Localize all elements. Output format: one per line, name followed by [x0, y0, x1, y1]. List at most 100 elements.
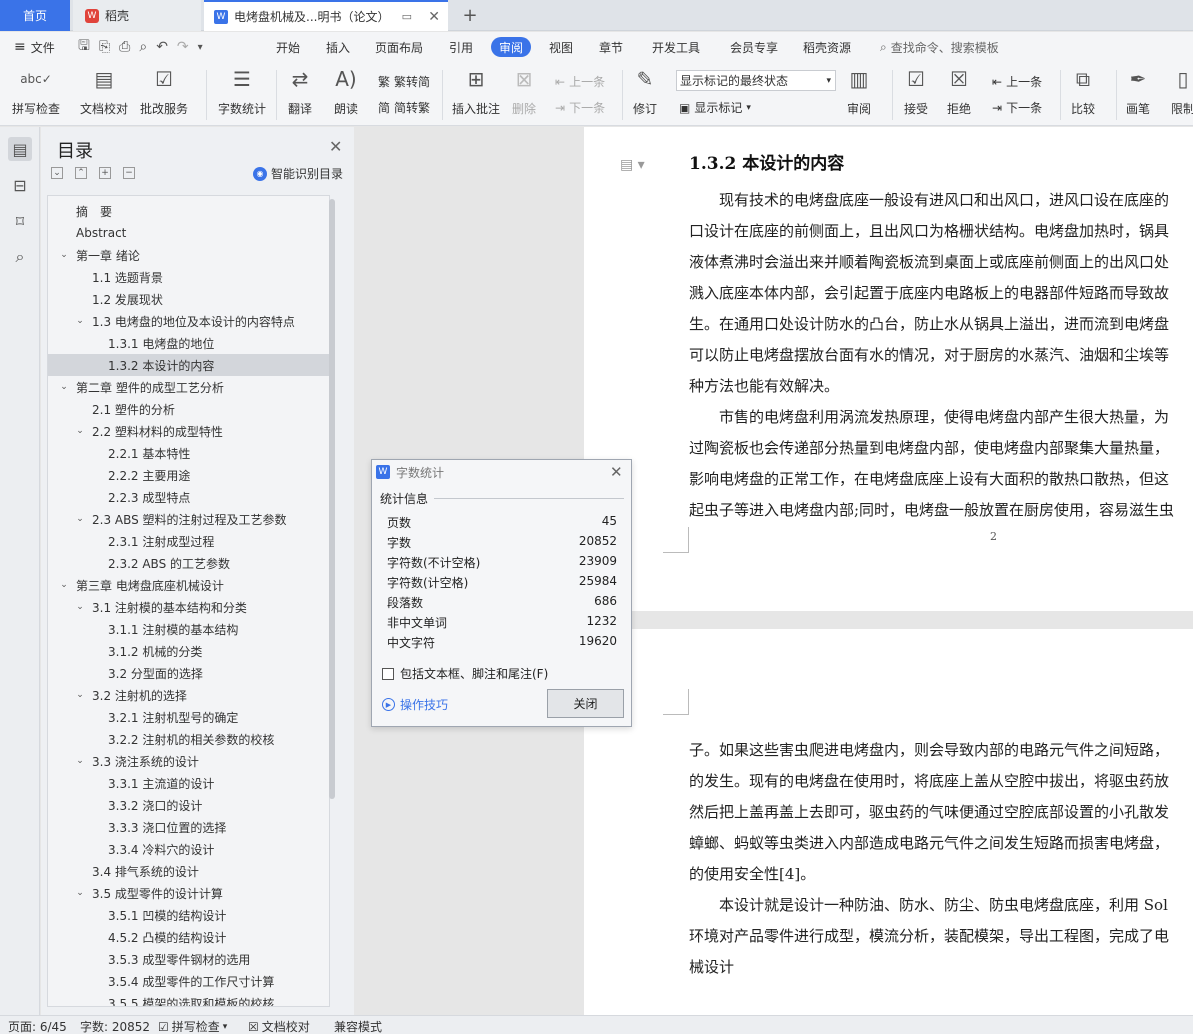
status-proofread[interactable]: ☒ 文档校对 — [248, 1018, 310, 1034]
outline-item[interactable]: 2.2.3 成型特点 — [48, 486, 329, 508]
chapter-nav-icon[interactable]: ⊟ — [8, 173, 32, 197]
track-changes-button[interactable]: ✎ 修订 — [632, 66, 658, 117]
outline-item[interactable]: ⌄ 2.2 塑料材料的成型特性 — [48, 420, 329, 442]
tab-close-icon[interactable]: ✕ — [428, 9, 440, 25]
expand-chevron-icon[interactable]: ⌄ — [58, 580, 70, 590]
insert-comment-button[interactable]: ⊞ 插入批注 — [452, 66, 500, 117]
paragraph-line[interactable]: 起虫子等进入电烤盘内部;同时，电烤盘一般放置在厨房使用，容易滋生虫 — [689, 495, 1174, 526]
outline-item[interactable]: ⌄ 3.2 注射机的选择 — [48, 684, 329, 706]
tips-link[interactable]: ▶ 操作技巧 — [382, 696, 448, 713]
outline-item[interactable]: 2.3.1 注射成型过程 — [48, 530, 329, 552]
page-indicator[interactable]: 页面: 6/45 — [8, 1018, 67, 1034]
menu-chapter[interactable]: 章节 — [599, 32, 623, 62]
outline-item[interactable]: 3.5.1 凹模的结构设计 — [48, 904, 329, 926]
outline-item[interactable]: ⌄ 3.5 成型零件的设计计算 — [48, 882, 329, 904]
menu-daoke-resource[interactable]: 稻壳资源 — [803, 32, 851, 62]
menu-start[interactable]: 开始 — [276, 32, 300, 62]
simp-to-trad-button[interactable]: 简简转繁 — [378, 99, 430, 116]
outline-item[interactable]: 3.1.2 机械的分类 — [48, 640, 329, 662]
paragraph-menu-icon[interactable]: ▤ ▾ — [620, 157, 645, 173]
expand-up-icon[interactable]: ⌃ — [75, 167, 87, 179]
tab-home[interactable]: 首页 — [0, 0, 70, 31]
review-pane-button[interactable]: ▥ 审阅 — [846, 66, 872, 117]
menu-review[interactable]: 审阅 — [491, 37, 532, 57]
more-icon[interactable]: ▾ — [198, 42, 203, 53]
menu-developer[interactable]: 开发工具 — [652, 32, 700, 62]
paragraph-line[interactable]: 本设计就是设计一种防油、防水、防尘、防虫电烤盘底座，利用 Sol — [689, 890, 1168, 921]
paragraph-line[interactable]: 的使用安全性[4]。 — [689, 859, 815, 890]
outline-item[interactable]: ⌄ 3.1 注射模的基本结构和分类 — [48, 596, 329, 618]
next-change-button[interactable]: ⇥ 下一条 — [992, 99, 1042, 116]
status-spell-check[interactable]: ☑ 拼写检查 ▾ — [158, 1018, 227, 1034]
export-icon[interactable]: ⎘ — [99, 39, 110, 55]
remove-heading-icon[interactable]: − — [123, 167, 135, 179]
restrict-button[interactable]: ▯ 限制 — [1170, 66, 1193, 117]
paragraph-line[interactable]: 现有技术的电烤盘底座一般设有进风口和出风口，进风口设在底座的 — [689, 185, 1169, 216]
outline-item[interactable]: ⌄ 第三章 电烤盘底座机械设计 — [48, 574, 329, 596]
outline-item[interactable]: ⌄ 1.3 电烤盘的地位及本设计的内容特点 — [48, 310, 329, 332]
outline-item[interactable]: 3.5.4 成型零件的工作尺寸计算 — [48, 970, 329, 992]
expand-chevron-icon[interactable]: ⌄ — [74, 602, 86, 612]
outline-item[interactable]: 1.2 发展现状 — [48, 288, 329, 310]
paragraph-line[interactable]: 环境对产品零件进行成型，模流分析，装配模架，导出工程图，完成了电 — [689, 921, 1169, 952]
include-textbox-checkbox[interactable]: 包括文本框、脚注和尾注(F) — [382, 665, 548, 682]
outline-icon[interactable]: ▤ — [8, 137, 32, 161]
outline-item[interactable]: 3.2.2 注射机的相关参数的校核 — [48, 728, 329, 750]
smart-toc-button[interactable]: ◉ 智能识别目录 — [253, 165, 343, 182]
proofread-button[interactable]: ▤ 文档校对 — [80, 66, 128, 117]
menu-view[interactable]: 视图 — [549, 32, 573, 62]
outline-item[interactable]: 2.3.2 ABS 的工艺参数 — [48, 552, 329, 574]
menu-insert[interactable]: 插入 — [326, 32, 350, 62]
menu-reference[interactable]: 引用 — [449, 32, 473, 62]
search-icon[interactable]: ⌕ — [8, 245, 32, 269]
dialog-close-icon[interactable]: ✕ — [610, 463, 623, 481]
redo-icon[interactable]: ↷ — [177, 39, 189, 55]
paragraph-line[interactable]: 液体煮沸时会溢出来并顺着陶瓷板流到桌面上或底座前侧面上的出风口处 — [689, 247, 1169, 278]
paragraph-line[interactable]: 生。在通用口处设计防水的凸台，防止水从锅具上溢出，进而流到电烤盘 — [689, 309, 1169, 340]
outline-close-icon[interactable]: ✕ — [329, 137, 342, 156]
close-button[interactable]: 关闭 — [547, 689, 624, 718]
paragraph-line[interactable]: 蟑螂、蚂蚁等虫类进入内部造成电路元气件之间发生短路而损害电烤盘， — [689, 828, 1169, 859]
paragraph-line[interactable]: 市售的电烤盘利用涡流发热原理，使得电烤盘内部产生很大热量，为 — [689, 402, 1169, 433]
reject-button[interactable]: ☒ 拒绝 — [946, 66, 972, 117]
expand-chevron-icon[interactable]: ⌄ — [58, 382, 70, 392]
outline-item[interactable]: Abstract — [48, 222, 329, 244]
new-tab-button[interactable]: + — [456, 0, 484, 31]
outline-item[interactable]: ⌄ 第二章 塑件的成型工艺分析 — [48, 376, 329, 398]
dialog-titlebar[interactable]: W 字数统计 — [372, 460, 631, 484]
section-heading[interactable]: 1.3.2 本设计的内容 — [689, 149, 844, 174]
print-preview-icon[interactable]: ⌕ — [139, 39, 147, 55]
outline-item[interactable]: 3.1.1 注射模的基本结构 — [48, 618, 329, 640]
menu-layout[interactable]: 页面布局 — [375, 32, 423, 62]
tab-daoke[interactable]: W 稻壳 — [73, 0, 201, 31]
expand-chevron-icon[interactable]: ⌄ — [74, 514, 86, 524]
accept-button[interactable]: ☑ 接受 — [903, 66, 929, 117]
outline-item[interactable]: 4.5.2 凸模的结构设计 — [48, 926, 329, 948]
undo-icon[interactable]: ↶ — [156, 39, 168, 55]
outline-item[interactable]: ⌄ 3.3 浇注系统的设计 — [48, 750, 329, 772]
word-count-button[interactable]: ☰ 字数统计 — [218, 66, 266, 117]
word-count-indicator[interactable]: 字数: 20852 — [80, 1018, 150, 1034]
paragraph-line[interactable]: 口设计在底座的前侧面上，且出风口为格栅状结构。电烤盘加热时，锅具 — [689, 216, 1169, 247]
outline-item[interactable]: 1.3.1 电烤盘的地位 — [48, 332, 329, 354]
outline-item[interactable]: 2.2.2 主要用途 — [48, 464, 329, 486]
menu-member[interactable]: 会员专享 — [730, 32, 778, 62]
trad-to-simp-button[interactable]: 繁繁转简 — [378, 73, 430, 90]
add-heading-icon[interactable]: + — [99, 167, 111, 179]
outline-scrollbar[interactable] — [329, 199, 335, 799]
command-search[interactable]: ⌕ 查找命令、搜索模板 — [880, 32, 999, 62]
outline-item[interactable]: 3.4 排气系统的设计 — [48, 860, 329, 882]
annotate-service-button[interactable]: ☑ 批改服务 — [140, 66, 188, 117]
outline-item[interactable]: 3.5.3 成型零件钢材的选用 — [48, 948, 329, 970]
prev-change-button[interactable]: ⇤ 上一条 — [992, 73, 1042, 90]
paragraph-line[interactable]: 然后把上盖再盖上去即可，驱虫药的气味便通过空腔底部设置的小孔散发 — [689, 797, 1169, 828]
paragraph-line[interactable]: 可以防止电烤盘摆放台面有水的情况，对于厨房的水蒸汽、油烟和尘埃等 — [689, 340, 1169, 371]
expand-chevron-icon[interactable]: ⌄ — [74, 756, 86, 766]
outline-item[interactable]: ⌄ 第一章 绪论 — [48, 244, 329, 266]
print-icon[interactable]: ⎙ — [119, 39, 130, 55]
outline-item[interactable]: 3.3.3 浇口位置的选择 — [48, 816, 329, 838]
tab-document[interactable]: W 电烤盘机械及...明书（论文） ▭ ✕ — [204, 0, 448, 31]
expand-chevron-icon[interactable]: ⌄ — [74, 316, 86, 326]
read-aloud-button[interactable]: A) 朗读 — [333, 66, 359, 117]
bookmark-icon[interactable]: ⌑ — [8, 209, 32, 233]
